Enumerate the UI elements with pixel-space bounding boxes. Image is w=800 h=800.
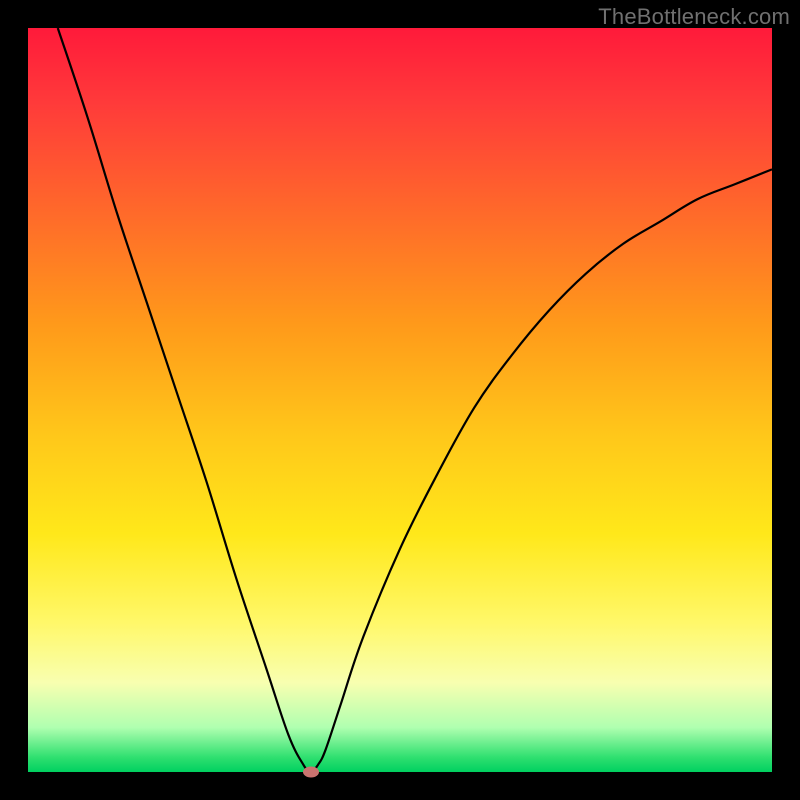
- plot-area: [28, 28, 772, 772]
- bottleneck-curve: [28, 28, 772, 772]
- curve-path: [58, 28, 772, 772]
- chart-frame: TheBottleneck.com: [0, 0, 800, 800]
- optimal-marker: [303, 767, 319, 778]
- watermark-text: TheBottleneck.com: [598, 4, 790, 30]
